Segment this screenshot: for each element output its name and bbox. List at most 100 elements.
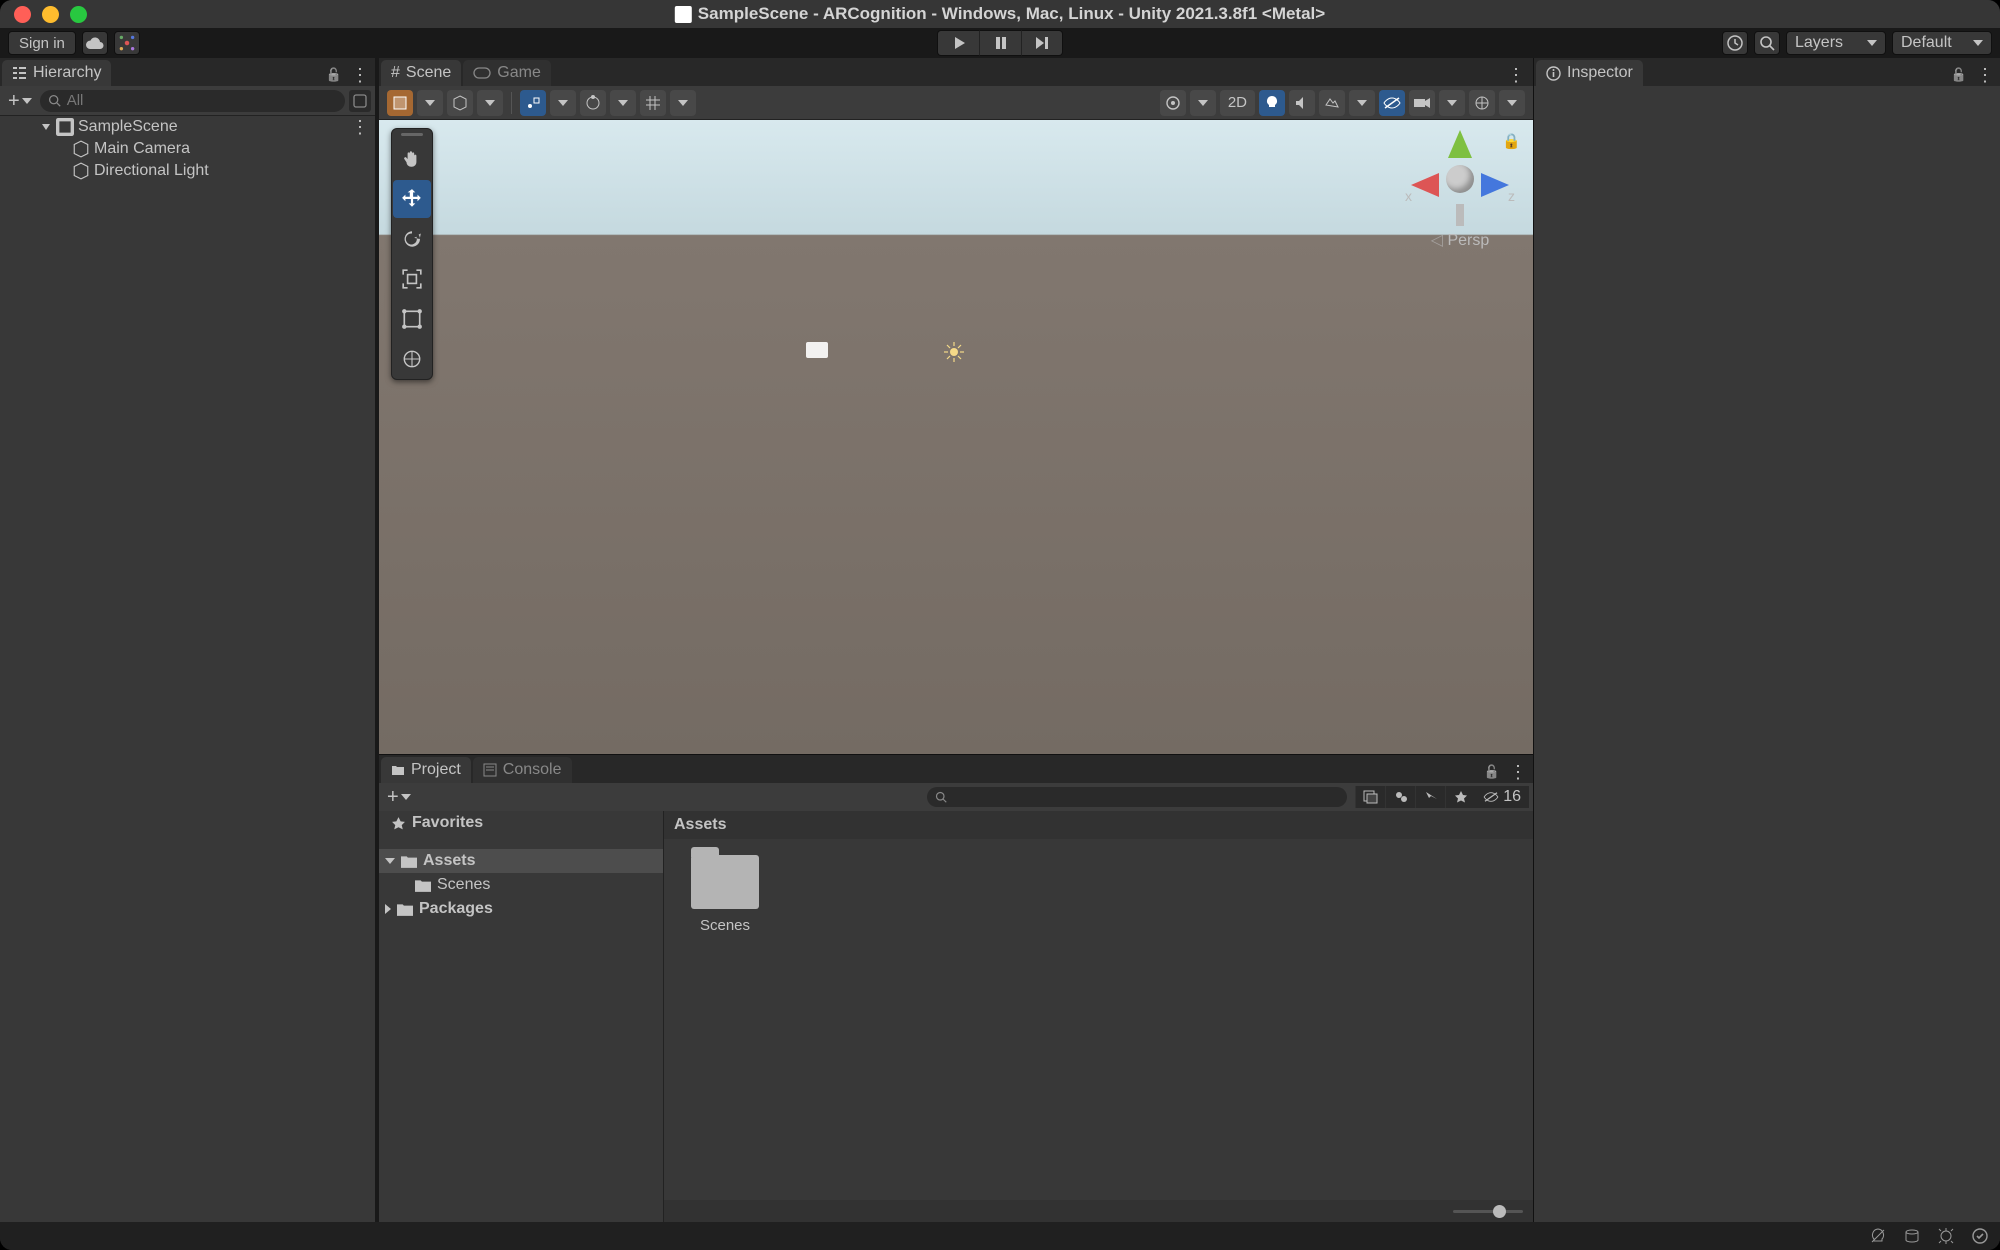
draw-mode-dropdown[interactable] <box>417 90 443 116</box>
pause-button[interactable] <box>979 30 1021 56</box>
sign-in-button[interactable]: Sign in <box>8 31 76 55</box>
axis-y-icon[interactable] <box>1448 130 1472 158</box>
play-button[interactable] <box>937 30 979 56</box>
packages-folder-row[interactable]: Packages <box>379 897 663 921</box>
folder-icon <box>691 855 759 909</box>
search-by-label-button[interactable] <box>1385 786 1415 808</box>
cache-server-icon[interactable] <box>1902 1226 1922 1246</box>
gameobject-icon <box>72 162 90 180</box>
gizmos-toggle[interactable] <box>1469 90 1495 116</box>
panel-context-menu[interactable] <box>1507 761 1529 783</box>
game-tab[interactable]: Game <box>463 60 551 86</box>
panel-context-menu[interactable] <box>349 64 371 86</box>
axis-center-icon[interactable] <box>1446 165 1474 193</box>
asset-grid[interactable]: Scenes <box>664 839 1533 1200</box>
breadcrumb[interactable]: Assets <box>664 811 1533 839</box>
global-search-button[interactable] <box>1754 31 1780 55</box>
undo-history-button[interactable] <box>1722 31 1748 55</box>
gameobject-row[interactable]: Directional Light <box>0 160 375 182</box>
hierarchy-search-input[interactable]: All <box>40 90 345 112</box>
orientation-gizmo[interactable]: 🔒 x z ◁ Persp <box>1405 134 1515 250</box>
fx-toggle[interactable] <box>1319 90 1345 116</box>
inspector-tab[interactable]: Inspector <box>1536 60 1643 86</box>
gameobject-row[interactable]: Main Camera <box>0 138 375 160</box>
grid-snap-button[interactable] <box>640 90 666 116</box>
shading-mode-dropdown[interactable] <box>477 90 503 116</box>
scene-context-menu[interactable] <box>1505 64 1527 86</box>
shading-mode-button[interactable] <box>447 90 473 116</box>
handle-rotation-dropdown[interactable] <box>610 90 636 116</box>
move-tool[interactable] <box>393 180 431 218</box>
overlay-grip[interactable] <box>392 129 432 139</box>
pivot-button[interactable] <box>520 90 546 116</box>
scene-viewport[interactable]: 🔒 x z ◁ Persp <box>379 120 1533 754</box>
scene-visibility-toggle[interactable] <box>1379 90 1405 116</box>
light-gizmo-icon[interactable] <box>944 342 964 362</box>
create-gameobject-button[interactable]: + <box>4 94 36 108</box>
scene-tab[interactable]: # Scene <box>381 60 461 86</box>
view-2d-toggle[interactable]: 2D <box>1220 90 1255 116</box>
projection-label[interactable]: ◁ Persp <box>1405 230 1515 250</box>
layout-dropdown[interactable]: Default <box>1892 31 1992 55</box>
slider-thumb[interactable] <box>1493 1205 1506 1218</box>
draw-mode-button[interactable] <box>387 90 413 116</box>
rect-tool[interactable] <box>393 300 431 338</box>
create-asset-button[interactable]: + <box>383 790 415 804</box>
grid-snap-dropdown[interactable] <box>670 90 696 116</box>
audio-toggle[interactable] <box>1289 90 1315 116</box>
scale-tool[interactable] <box>393 260 431 298</box>
search-by-type-button[interactable] <box>1355 786 1385 808</box>
auto-generate-lighting-icon[interactable] <box>1868 1226 1888 1246</box>
close-window-button[interactable] <box>14 6 31 23</box>
transform-tool[interactable] <box>393 340 431 378</box>
camera-button[interactable] <box>1409 90 1435 116</box>
scene-row[interactable]: SampleScene <box>0 116 375 138</box>
progress-icon[interactable] <box>1970 1226 1990 1246</box>
hierarchy-icon <box>12 66 27 81</box>
lock-icon[interactable]: 🔒 <box>1502 132 1521 150</box>
favorites-section[interactable]: Favorites <box>379 811 663 835</box>
thumbnail-size-slider[interactable] <box>1453 1210 1523 1213</box>
layers-dropdown[interactable]: Layers <box>1786 31 1886 55</box>
version-control-button[interactable] <box>114 31 140 55</box>
scene-picking-toggle[interactable] <box>349 90 371 112</box>
chevron-down-icon <box>1357 100 1367 106</box>
save-search-button[interactable] <box>1415 786 1445 808</box>
minimize-window-button[interactable] <box>42 6 59 23</box>
breadcrumb-label: Assets <box>674 816 726 834</box>
rotate-tool[interactable] <box>393 220 431 258</box>
scene-context-menu[interactable] <box>351 117 375 138</box>
camera-gizmo-icon[interactable] <box>806 342 828 358</box>
hierarchy-panel: Hierarchy + All <box>0 58 375 1222</box>
unity-logo-icon <box>675 6 692 23</box>
cloud-button[interactable] <box>82 31 108 55</box>
hand-tool[interactable] <box>393 140 431 178</box>
panel-context-menu[interactable] <box>1974 64 1996 86</box>
tools-overlay[interactable] <box>391 128 433 380</box>
scenes-folder-row[interactable]: Scenes <box>379 873 663 897</box>
lighting-toggle[interactable] <box>1259 90 1285 116</box>
favorite-search-button[interactable] <box>1445 786 1475 808</box>
lock-panel-button[interactable] <box>1481 761 1503 783</box>
step-button[interactable] <box>1021 30 1063 56</box>
camera-dropdown[interactable] <box>1439 90 1465 116</box>
project-search-input[interactable] <box>927 787 1347 807</box>
pivot-dropdown[interactable] <box>550 90 576 116</box>
lock-panel-button[interactable] <box>323 64 345 86</box>
assets-folder-row[interactable]: Assets <box>379 849 663 873</box>
gizmos-dropdown[interactable] <box>1499 90 1525 116</box>
lock-panel-button[interactable] <box>1948 64 1970 86</box>
project-tab[interactable]: Project <box>381 757 471 783</box>
maximize-window-button[interactable] <box>70 6 87 23</box>
console-tab[interactable]: Console <box>473 757 572 783</box>
debug-draw-dropdown[interactable] <box>1190 90 1216 116</box>
handle-rotation-button[interactable] <box>580 90 606 116</box>
debugger-icon[interactable] <box>1936 1226 1956 1246</box>
hierarchy-tab[interactable]: Hierarchy <box>2 60 111 86</box>
fx-dropdown[interactable] <box>1349 90 1375 116</box>
asset-item[interactable]: Scenes <box>680 855 770 934</box>
axis-z-icon[interactable] <box>1481 173 1509 197</box>
debug-draw-button[interactable] <box>1160 90 1186 116</box>
hidden-packages-toggle[interactable]: 16 <box>1475 786 1529 808</box>
axis-x-icon[interactable] <box>1411 173 1439 197</box>
